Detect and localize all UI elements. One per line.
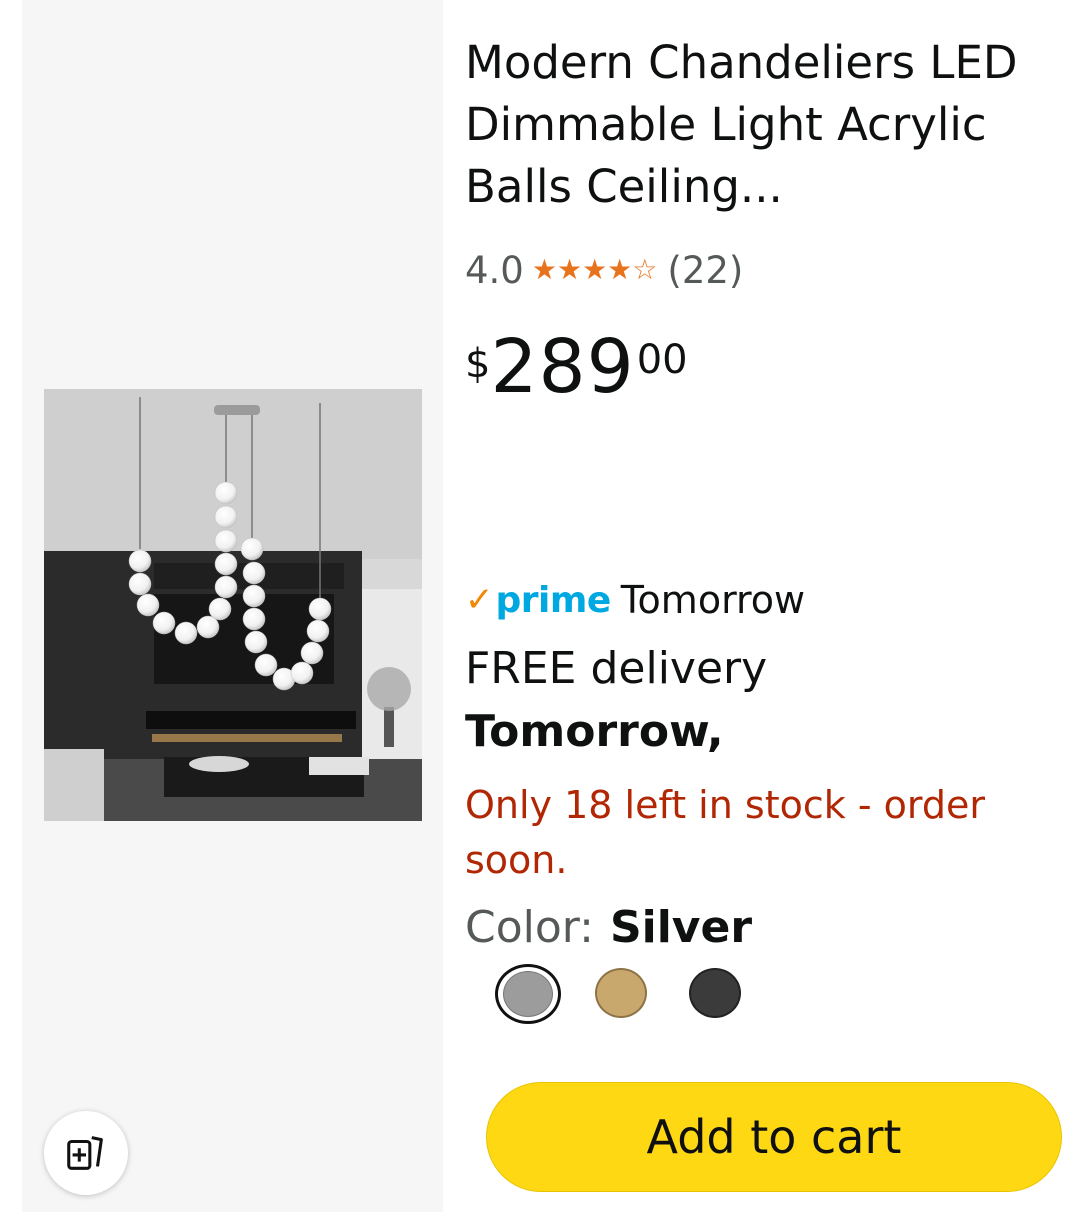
product-image[interactable] xyxy=(44,389,422,821)
prime-logo: prime xyxy=(495,579,612,621)
prime-when: Tomorrow xyxy=(620,578,806,622)
star-icon: ★ xyxy=(607,253,633,286)
add-to-cart-button[interactable]: Add to cart xyxy=(486,1082,1062,1192)
rating-row[interactable]: 4.0 ★ ★ ★ ★ ☆ (22) xyxy=(465,245,743,295)
star-icon: ★ xyxy=(582,253,608,286)
free-delivery-text: FREE delivery xyxy=(465,643,768,694)
compare-button[interactable] xyxy=(44,1111,128,1195)
product-image-pane[interactable] xyxy=(22,0,443,1212)
swatch-silver[interactable] xyxy=(495,964,561,1024)
price-fraction: 00 xyxy=(636,337,688,383)
color-selector-label: Color: Silver xyxy=(465,902,752,953)
prime-delivery: ✓ prime Tomorrow xyxy=(465,578,805,622)
color-label: Color: xyxy=(465,902,594,953)
compare-add-icon xyxy=(67,1136,103,1170)
stock-message: Only 18 left in stock - order soon. xyxy=(465,783,985,882)
price: $ 289 00 xyxy=(465,330,688,404)
star-empty-icon: ☆ xyxy=(632,253,658,286)
color-selected-value: Silver xyxy=(609,902,753,953)
delivery-date: Tomorrow, xyxy=(465,706,724,757)
prime-check-icon: ✓ xyxy=(465,580,494,620)
price-symbol: $ xyxy=(465,341,491,387)
review-count[interactable]: (22) xyxy=(667,249,743,292)
color-swatches xyxy=(465,958,765,1030)
rating-stars: ★ ★ ★ ★ ☆ xyxy=(532,256,658,284)
chandelier-photo xyxy=(44,389,422,821)
swatch-black[interactable] xyxy=(689,968,741,1018)
star-icon: ★ xyxy=(531,253,557,286)
swatch-gold[interactable] xyxy=(595,968,647,1018)
product-card[interactable]: Modern Chandeliers LED Dimmable Light Ac… xyxy=(22,0,1062,1212)
star-icon: ★ xyxy=(556,253,583,286)
price-whole: 289 xyxy=(490,324,635,410)
product-title[interactable]: Modern Chandeliers LED Dimmable Light Ac… xyxy=(465,32,1025,218)
rating-value: 4.0 xyxy=(465,248,524,292)
